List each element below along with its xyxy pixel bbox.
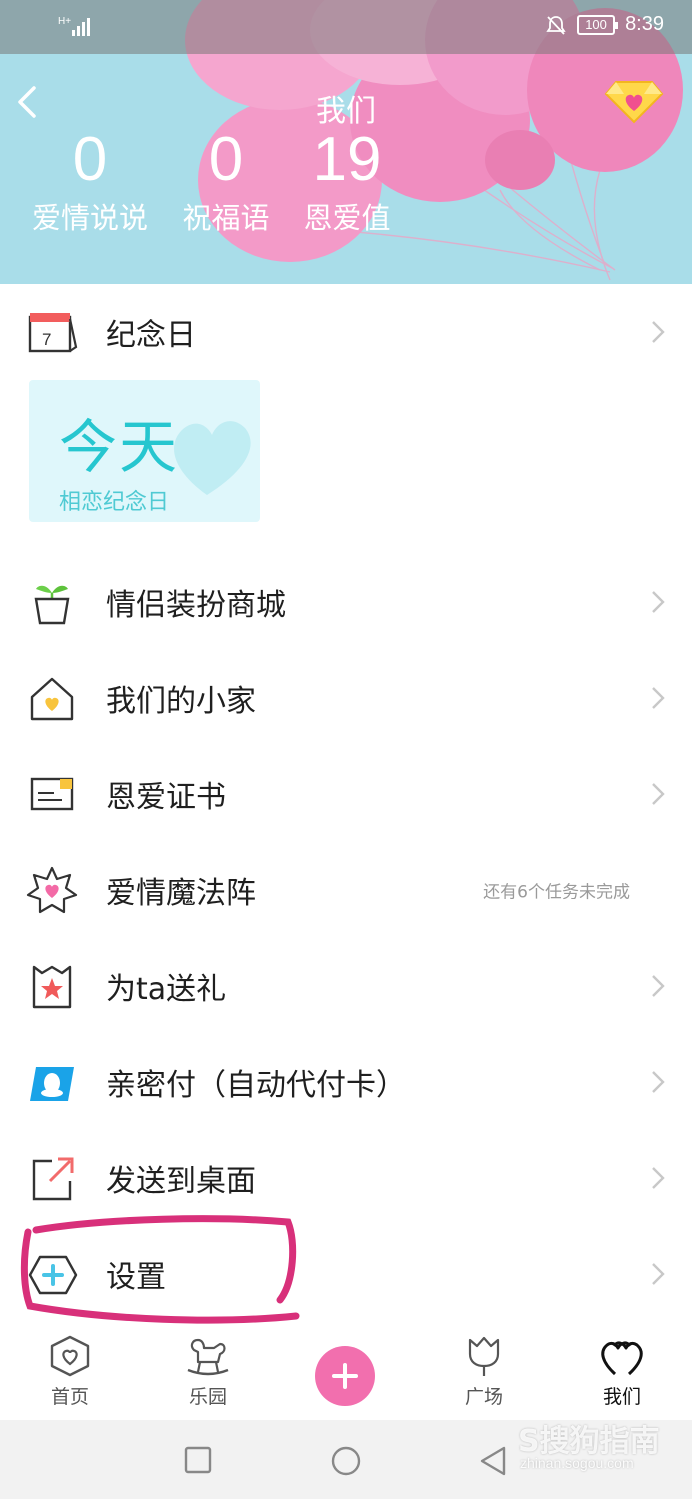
house-icon — [30, 677, 74, 721]
battery-icon: 100 — [577, 14, 619, 35]
row-label: 发送到桌面 — [106, 1164, 256, 1199]
clock: 8:39 — [625, 13, 664, 35]
diamond-vip-icon[interactable] — [604, 78, 664, 124]
row-label: 亲密付（自动代付卡） — [106, 1068, 406, 1103]
anniversary-today: 今天 — [59, 413, 180, 481]
row-label: 纪念日 — [106, 318, 196, 353]
row-label: 爱情魔法阵 — [106, 876, 256, 911]
home-shield-icon — [50, 1335, 90, 1377]
tulip-icon — [468, 1336, 500, 1376]
certificate-icon — [30, 777, 74, 811]
row-label: 我们的小家 — [106, 684, 256, 719]
tab-park[interactable]: 乐园 — [158, 1334, 258, 1409]
stat-love-posts[interactable]: 0 爱情说说 — [30, 124, 150, 238]
chevron-right-icon — [652, 783, 665, 805]
chevron-right-icon — [652, 687, 665, 709]
back-triangle-icon[interactable] — [478, 1445, 508, 1477]
tab-square[interactable]: 广场 — [434, 1334, 534, 1409]
stat-blessings[interactable]: 0 祝福语 — [180, 124, 272, 238]
two-hearts-icon — [601, 1341, 643, 1376]
chevron-right-icon — [652, 1263, 665, 1285]
svg-text:7: 7 — [42, 330, 51, 349]
stat-love-value[interactable]: 19 恩爱值 — [300, 124, 394, 238]
plant-pot-icon — [34, 585, 70, 625]
chevron-right-icon — [652, 975, 665, 997]
watermark-url: zhinan.sogou.com — [520, 1455, 634, 1471]
gift-badge-icon — [32, 965, 72, 1009]
row-label: 恩爱证书 — [106, 780, 226, 815]
magic-star-icon — [26, 866, 78, 914]
status-bar: H+ 100 8:39 — [0, 0, 692, 54]
add-post-button[interactable] — [315, 1346, 375, 1406]
calendar-icon: 7 — [28, 313, 78, 353]
chevron-right-icon — [652, 1071, 665, 1093]
task-hint: 还有6个任务未完成 — [483, 882, 630, 903]
share-out-icon — [32, 1157, 74, 1201]
chevron-right-icon — [652, 1167, 665, 1189]
qq-card-icon — [30, 1067, 74, 1101]
row-intimate-pay[interactable]: 亲密付（自动代付卡） — [0, 1034, 692, 1130]
row-couple-shop[interactable]: 情侣装扮商城 — [0, 554, 692, 650]
row-label: 为ta送礼 — [106, 972, 227, 1007]
row-magic-circle[interactable]: 爱情魔法阵 还有6个任务未完成 — [0, 842, 692, 938]
row-our-home[interactable]: 我们的小家 — [0, 650, 692, 746]
row-send-gift[interactable]: 为ta送礼 — [0, 938, 692, 1034]
anniversary-card[interactable]: 今天 相恋纪念日 — [29, 380, 260, 522]
row-anniversary[interactable]: 7 纪念日 — [0, 284, 692, 380]
svg-text:H+: H+ — [58, 16, 71, 27]
chevron-right-icon — [652, 591, 665, 613]
tab-home[interactable]: 首页 — [20, 1334, 120, 1409]
anniversary-caption: 相恋纪念日 — [59, 490, 170, 515]
signal-icon: H+ — [58, 16, 90, 36]
recent-apps-icon[interactable] — [184, 1446, 212, 1474]
chevron-right-icon — [652, 321, 665, 343]
watermark-logo: S搜狗指南 — [518, 1424, 660, 1459]
rocking-horse-icon — [187, 1338, 229, 1376]
heart-icon — [174, 421, 251, 495]
tab-us[interactable]: 我们 — [572, 1334, 672, 1409]
row-love-certificate[interactable]: 恩爱证书 — [0, 746, 692, 842]
home-circle-icon[interactable] — [330, 1445, 362, 1477]
stats-bar: 0 爱情说说 0 祝福语 19 恩爱值 — [0, 124, 692, 254]
row-label: 情侣装扮商城 — [106, 588, 286, 623]
mute-bell-icon — [546, 15, 566, 35]
annotation-circle — [20, 1215, 300, 1324]
profile-header: H+ 100 8:39 我们 0 爱情说说 0 祝福语 19 恩爱值 — [0, 0, 692, 284]
